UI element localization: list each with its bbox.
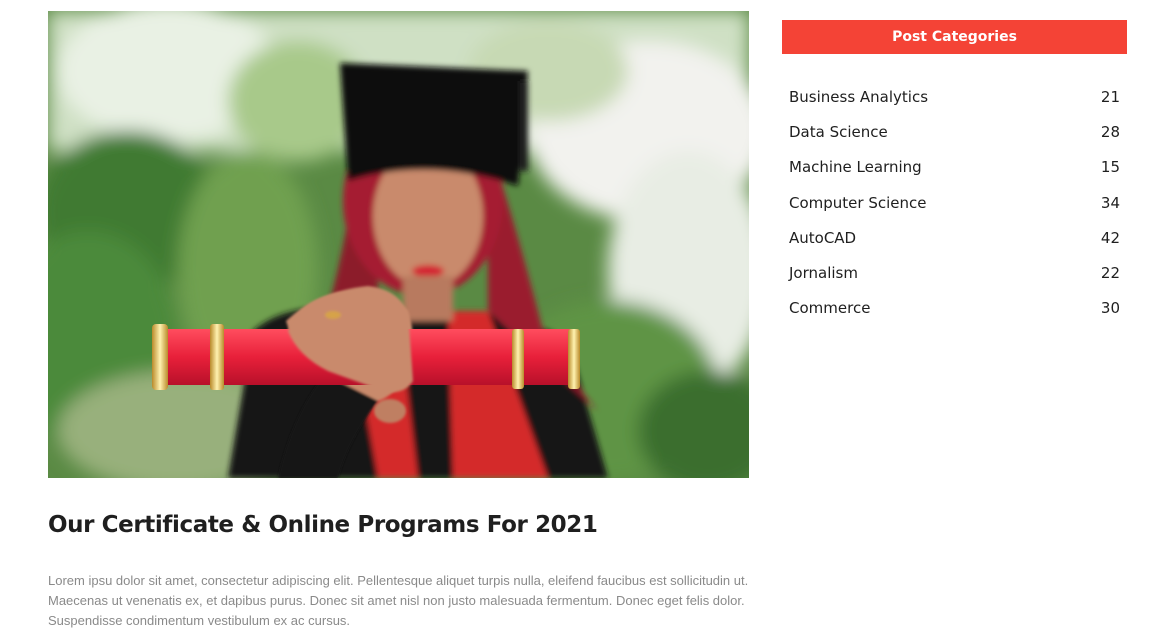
category-count: 34: [1100, 193, 1120, 212]
category-count: 30: [1100, 299, 1120, 318]
category-label[interactable]: Data Science: [789, 123, 888, 141]
category-count: 15: [1100, 158, 1120, 177]
category-label[interactable]: Computer Science: [789, 194, 926, 212]
category-item-jornalism[interactable]: Jornalism 22: [789, 255, 1120, 290]
category-item-computer-science[interactable]: Computer Science 34: [789, 185, 1120, 220]
post-excerpt: Lorem ipsu dolor sit amet, consectetur a…: [48, 573, 749, 628]
category-label[interactable]: Commerce: [789, 299, 870, 317]
post-title[interactable]: Our Certificate & Online Programs For 20…: [48, 512, 598, 538]
category-count: 22: [1100, 264, 1120, 283]
category-item-commerce[interactable]: Commerce 30: [789, 291, 1120, 326]
category-item-autocad[interactable]: AutoCAD 42: [789, 220, 1120, 255]
category-item-data-science[interactable]: Data Science 28: [789, 114, 1120, 149]
category-list: Business Analytics 21 Data Science 28 Ma…: [789, 79, 1120, 326]
category-count: 21: [1100, 87, 1120, 106]
graduate-photo: [48, 11, 749, 478]
category-label[interactable]: Machine Learning: [789, 158, 922, 176]
category-label[interactable]: Business Analytics: [789, 88, 928, 106]
category-item-business-analytics[interactable]: Business Analytics 21: [789, 79, 1120, 114]
category-label[interactable]: AutoCAD: [789, 229, 856, 247]
widget-title: Post Categories: [782, 20, 1127, 54]
category-count: 42: [1100, 228, 1120, 247]
post-categories-widget: Post Categories Business Analytics 21 Da…: [782, 20, 1127, 317]
category-count: 28: [1100, 122, 1120, 141]
category-label[interactable]: Jornalism: [789, 264, 858, 282]
category-item-machine-learning[interactable]: Machine Learning 15: [789, 150, 1120, 185]
post-featured-image[interactable]: [48, 11, 749, 478]
